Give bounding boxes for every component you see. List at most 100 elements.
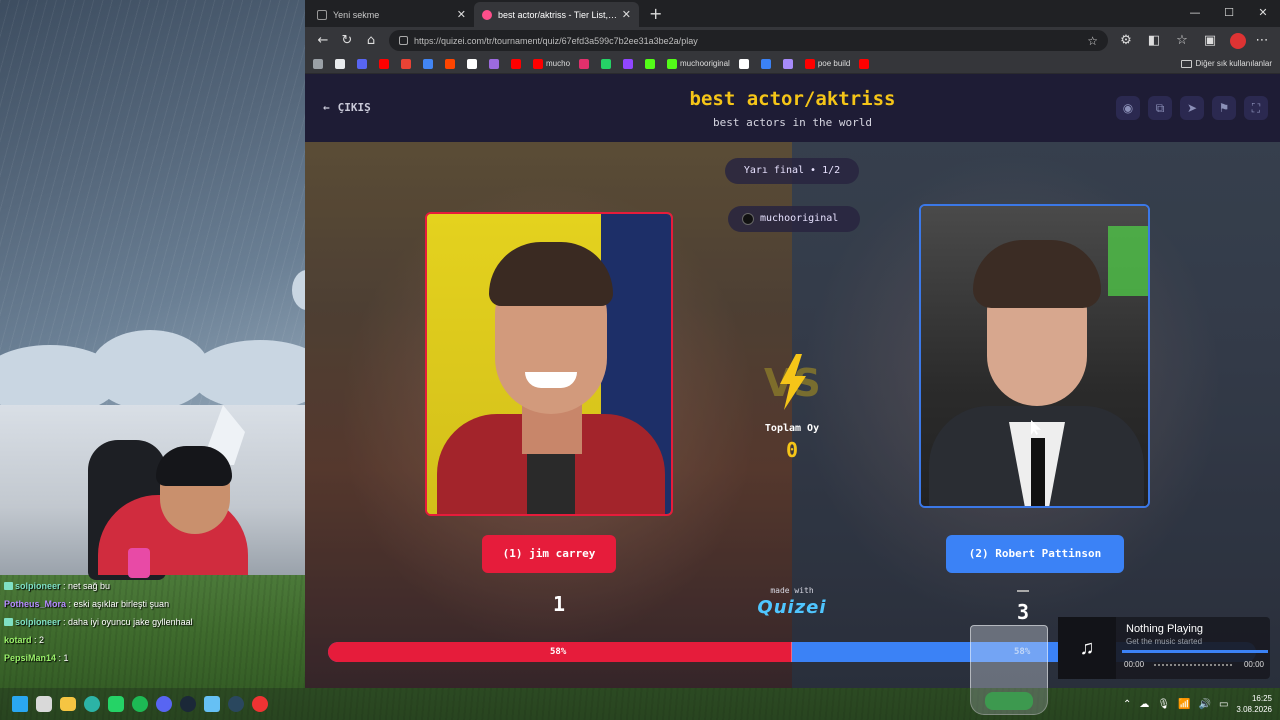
cloud-icon[interactable]: ☁ <box>1139 699 1149 710</box>
match-arena: Yarı final • 1/2 muchooriginal Toplam Oy… <box>305 142 1280 688</box>
bookmark-favicon-icon <box>379 58 389 69</box>
reload-icon[interactable]: ↻ <box>335 33 359 48</box>
home-icon[interactable]: ⌂ <box>359 33 383 48</box>
sidebar-icon[interactable]: ◧ <box>1142 33 1166 49</box>
chat-separator: : <box>66 599 74 609</box>
music-note-icon: ♫ <box>1058 617 1116 679</box>
music-track <box>1154 664 1234 666</box>
fullscreen-icon[interactable]: ⛶ <box>1244 96 1268 120</box>
collections-icon[interactable]: ▣ <box>1198 33 1222 49</box>
chrome-icon[interactable] <box>252 696 268 712</box>
chat-separator: : <box>60 617 69 627</box>
tab-quiz[interactable]: best actor/aktriss - Tier List, Kör Se..… <box>474 2 639 27</box>
menu-icon[interactable]: ⋯ <box>1250 33 1274 49</box>
back-icon[interactable]: ← <box>311 33 335 48</box>
favorites-icon[interactable]: ☆ <box>1170 33 1194 49</box>
webcam-cup <box>128 548 150 578</box>
new-tab-button[interactable]: + <box>639 4 672 27</box>
bookmark-favicon-icon <box>423 58 433 69</box>
bookmark-item[interactable] <box>738 58 752 69</box>
bookmark-favicon-icon <box>645 58 656 69</box>
copy-icon[interactable]: ⧉ <box>1148 96 1172 120</box>
new-tab-icon <box>317 9 327 20</box>
robert-pattinson-hair <box>973 240 1101 308</box>
bookmark-item[interactable] <box>467 58 480 69</box>
volume-icon[interactable]: 🔊 <box>1199 699 1211 710</box>
bookmark-item[interactable] <box>335 58 348 69</box>
chat-text: 1 <box>63 653 69 663</box>
vote-progress-divider <box>791 642 792 662</box>
bookmark-item[interactable] <box>379 58 392 69</box>
store-icon[interactable] <box>36 696 52 712</box>
maximize-icon[interactable]: ☐ <box>1212 0 1246 27</box>
bookmark-item[interactable] <box>511 58 524 69</box>
bookmark-item[interactable] <box>357 58 370 69</box>
chat-text: 2 <box>39 635 45 645</box>
bookmark-item[interactable] <box>423 58 436 69</box>
extensions-icon[interactable]: ⚙ <box>1114 33 1138 49</box>
bookmark-item[interactable]: poe build <box>804 58 851 69</box>
wifi-icon[interactable]: 📶 <box>1178 699 1190 710</box>
tab-title: Yeni sekme <box>333 9 380 20</box>
file-explorer-icon[interactable] <box>60 697 76 711</box>
start-icon[interactable] <box>12 696 28 712</box>
profile-avatar[interactable] <box>1230 32 1246 49</box>
whatsapp-icon[interactable] <box>108 696 124 712</box>
discord-icon[interactable] <box>156 696 172 712</box>
microphone-icon[interactable]: 🎙 <box>1157 699 1170 710</box>
chevron-up-icon[interactable]: ⌃ <box>1123 699 1131 710</box>
music-progress <box>1122 650 1268 653</box>
address-bar[interactable]: https://quizei.com/tr/tournament/quiz/67… <box>389 30 1108 51</box>
flag-icon[interactable]: ⚑ <box>1212 96 1236 120</box>
bookmark-item[interactable] <box>760 58 774 69</box>
close-tab-icon[interactable]: ✕ <box>457 8 466 21</box>
system-clock[interactable]: 16:25 3.08.2026 <box>1236 693 1272 715</box>
eye-icon[interactable]: ◉ <box>1116 96 1140 120</box>
choose-right-button[interactable]: (2) Robert Pattinson <box>946 535 1124 573</box>
site-info-icon[interactable] <box>399 36 408 45</box>
creator-name: muchooriginal <box>760 213 839 224</box>
choose-left-button[interactable]: (1) jim carrey <box>482 535 616 573</box>
bookmark-label: poe build <box>817 59 851 68</box>
chat-message: PepsiMan14 : 1 <box>4 649 304 667</box>
system-tray: ⌃ ☁ 🎙 📶 🔊 ▭ 16:25 3.08.2026 <box>1123 688 1272 720</box>
bookmark-item[interactable] <box>601 58 614 69</box>
url-text: https://quizei.com/tr/tournament/quiz/67… <box>414 35 698 46</box>
app-icon[interactable] <box>204 696 220 712</box>
close-tab-icon[interactable]: ✕ <box>622 8 631 21</box>
share-icon[interactable]: ➤ <box>1180 96 1204 120</box>
bookmark-item[interactable] <box>313 58 326 69</box>
other-bookmarks-folder[interactable]: Diğer sık kullanılanlar <box>1180 59 1272 68</box>
bookmarks-bar: mucho muchooriginal poe build Diğer sık ku… <box>305 54 1280 74</box>
option-right-card[interactable] <box>919 204 1150 508</box>
bookmark-item[interactable] <box>401 58 414 69</box>
bookmark-item[interactable] <box>782 58 796 69</box>
battery-icon[interactable]: ▭ <box>1219 699 1228 710</box>
tab-new[interactable]: Yeni sekme ✕ <box>309 2 474 27</box>
window-controls: — ☐ ✕ <box>1178 0 1280 27</box>
total-votes-label: Toplam Oy <box>764 423 820 434</box>
close-window-icon[interactable]: ✕ <box>1246 0 1280 27</box>
bookmark-item[interactable]: muchooriginal <box>667 58 730 69</box>
chat-badge-icon <box>4 582 13 590</box>
spotify-icon[interactable] <box>132 696 148 712</box>
option-left-card[interactable] <box>425 212 673 516</box>
creator-badge[interactable]: muchooriginal <box>728 206 860 232</box>
bookmark-favicon-icon <box>489 58 499 69</box>
bookmark-item[interactable] <box>645 58 658 69</box>
bookmark-item[interactable]: mucho <box>533 58 570 69</box>
bookmark-item[interactable] <box>579 58 592 69</box>
bookmark-item[interactable] <box>489 58 502 69</box>
edge-icon[interactable] <box>84 696 100 712</box>
quizei-logo[interactable]: Quizei <box>752 597 832 618</box>
bookmark-item[interactable] <box>445 58 458 69</box>
bookmark-item[interactable] <box>859 58 872 69</box>
chat-username: solpioneer <box>15 581 61 591</box>
other-bookmarks-label: Diğer sık kullanılanlar <box>1195 59 1272 68</box>
steam-icon[interactable] <box>180 696 196 712</box>
bookmark-star-icon[interactable]: ☆ <box>1087 34 1098 48</box>
music-subtitle: Get the music started <box>1126 637 1203 646</box>
bookmark-item[interactable] <box>623 58 636 69</box>
steam-icon[interactable] <box>228 696 244 712</box>
minimize-icon[interactable]: — <box>1178 0 1212 27</box>
